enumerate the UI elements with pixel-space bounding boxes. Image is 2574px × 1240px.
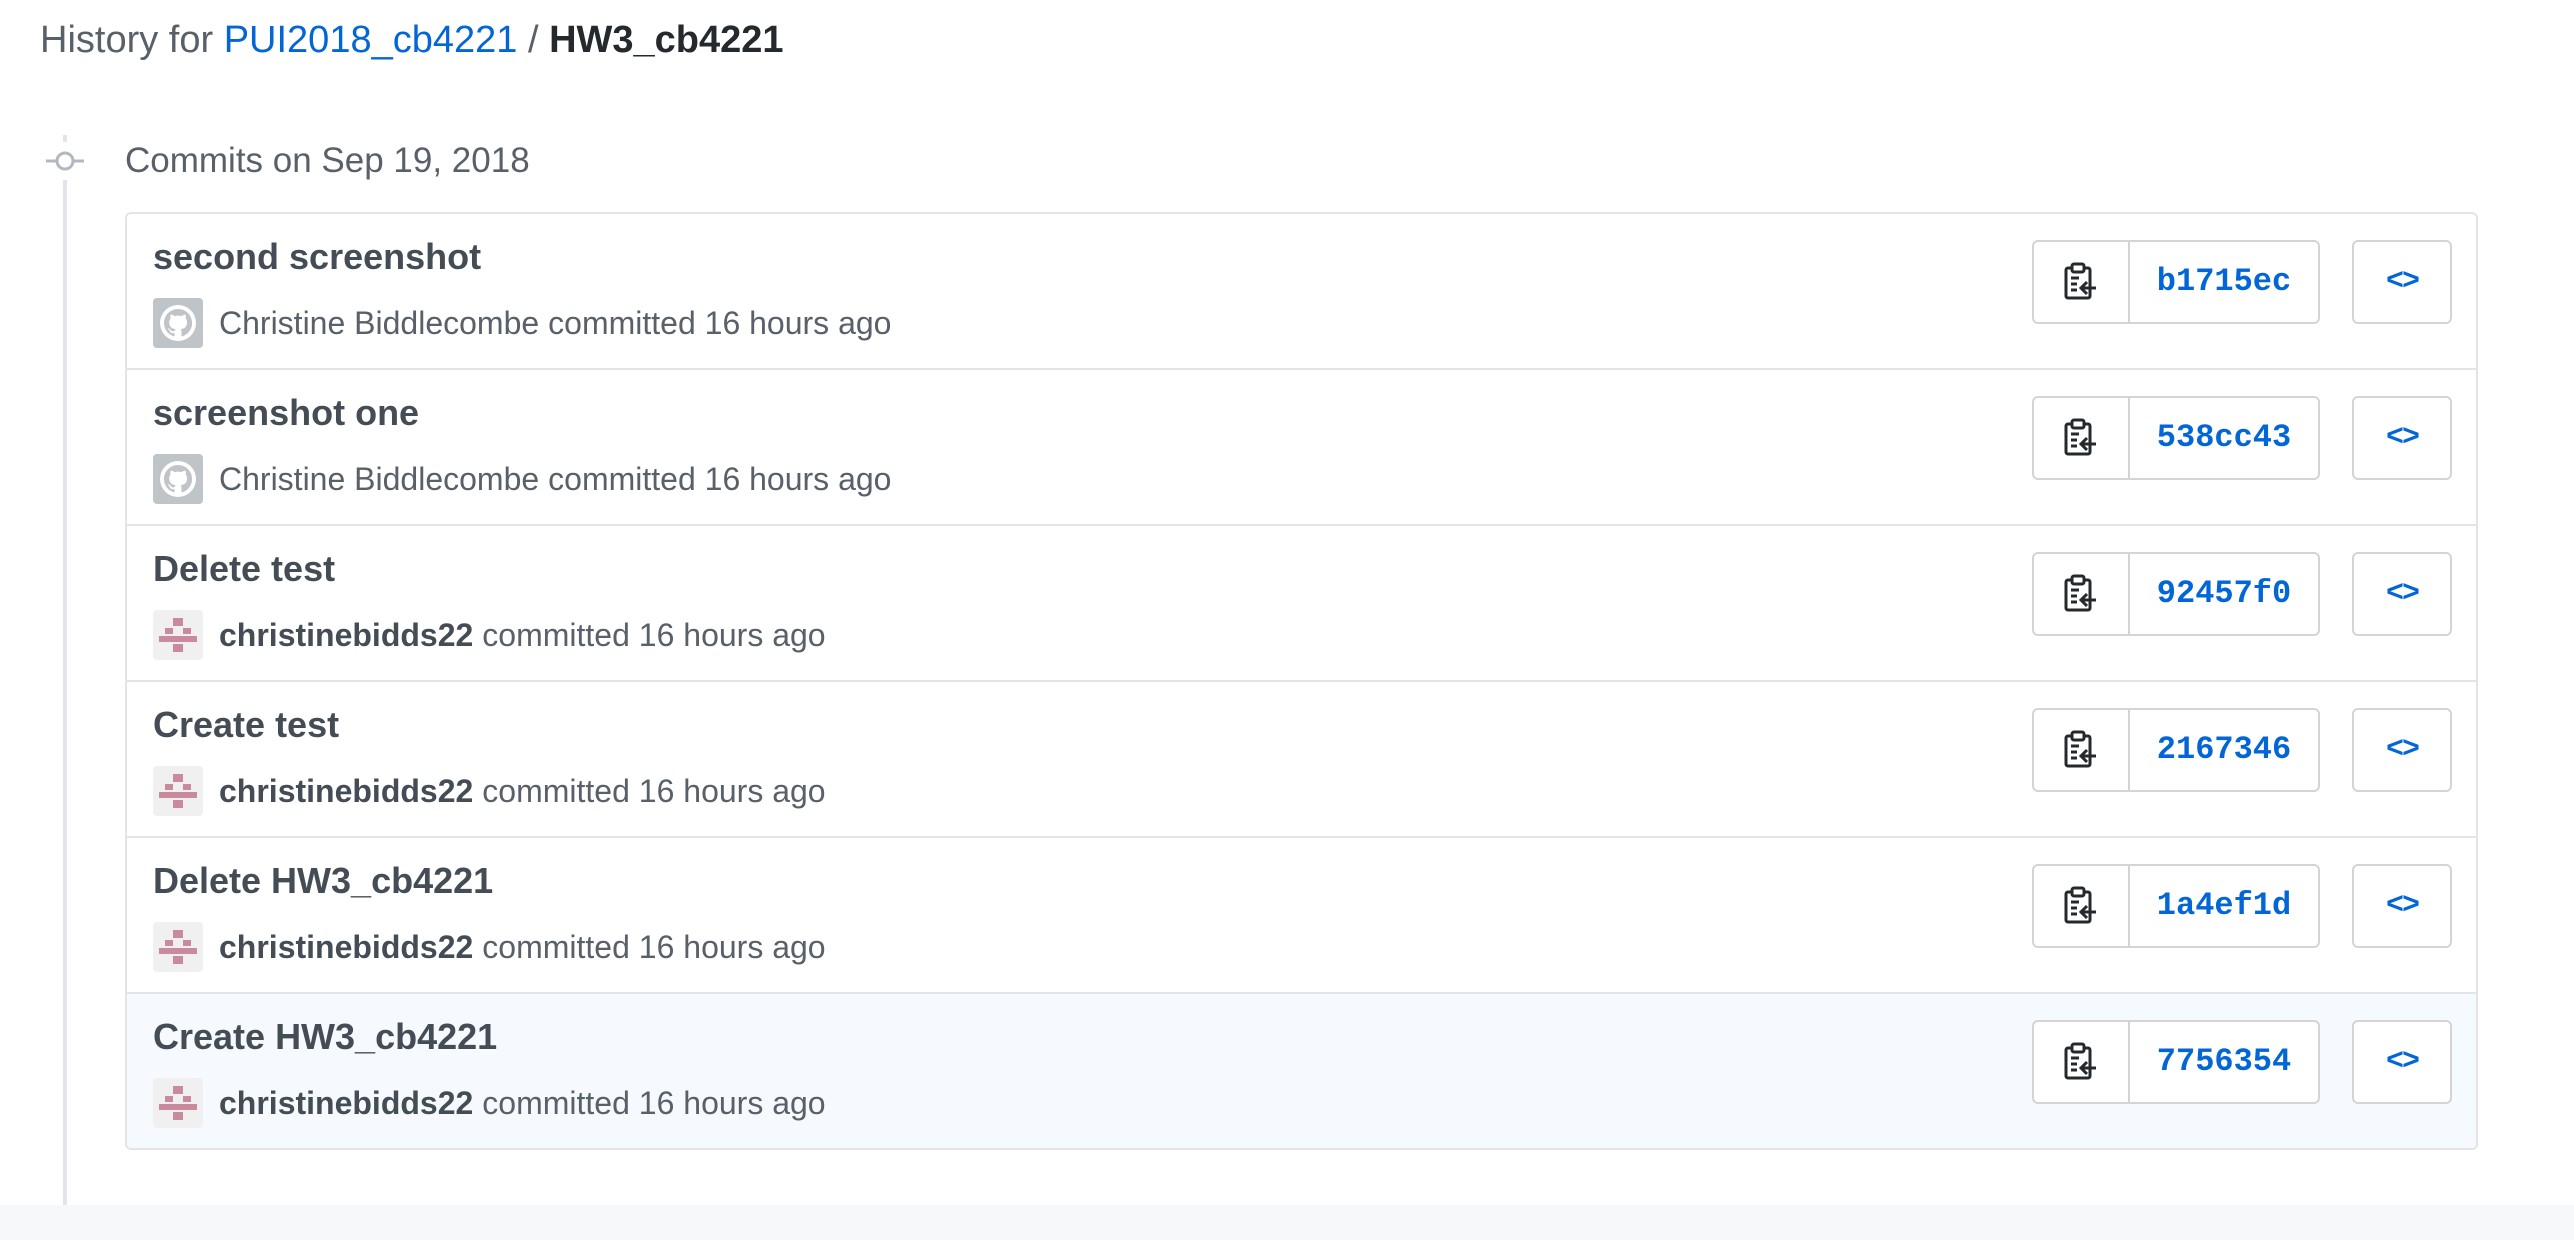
- code-icon[interactable]: <>: [2352, 396, 2452, 480]
- commit-actions: 1a4ef1d <>: [2032, 864, 2452, 948]
- commit-row: Create test christinebidds22 committed 16 …: [127, 680, 2476, 836]
- commit-row: second screenshot Christine Biddlecombe co…: [127, 214, 2476, 368]
- identicon-avatar[interactable]: [153, 1078, 203, 1128]
- commit-author[interactable]: christinebidds22: [219, 773, 473, 810]
- commit-row: Delete test christinebidds22 committed 16 …: [127, 524, 2476, 680]
- sha-button-group: b1715ec: [2032, 240, 2320, 324]
- identicon-avatar[interactable]: [153, 766, 203, 816]
- commit-history-page: History for PUI2018_cb4221 / HW3_cb4221 …: [0, 0, 2574, 1240]
- commit-actions: b1715ec <>: [2032, 240, 2452, 324]
- identicon-avatar[interactable]: [153, 610, 203, 660]
- code-icon[interactable]: <>: [2352, 240, 2452, 324]
- clippy-icon[interactable]: [2034, 554, 2130, 634]
- commit-meta: christinebidds22 committed 16 hours ago: [153, 922, 826, 972]
- timeline-line: [63, 135, 67, 1205]
- commit-group-title: Commits on Sep 19, 2018: [125, 141, 530, 180]
- git-commit-icon: [46, 142, 84, 180]
- commit-message-link[interactable]: second screenshot: [153, 236, 481, 278]
- commit-list: second screenshot Christine Biddlecombe co…: [125, 212, 2478, 1150]
- commit-message-link[interactable]: screenshot one: [153, 392, 419, 434]
- code-icon[interactable]: <>: [2352, 708, 2452, 792]
- commit-meta: christinebidds22 committed 16 hours ago: [153, 766, 826, 816]
- identicon-avatar[interactable]: [153, 922, 203, 972]
- clippy-icon[interactable]: [2034, 1022, 2130, 1102]
- commit-action-text: committed 16 hours ago: [482, 1084, 826, 1121]
- commit-sha-button[interactable]: 2167346: [2130, 710, 2318, 790]
- commit-actions: 7756354 <>: [2032, 1020, 2452, 1104]
- commit-row: Delete HW3_cb4221 christinebidds22 committ…: [127, 836, 2476, 992]
- commit-author: Christine Biddlecombe: [219, 304, 540, 341]
- commit-sha-button[interactable]: 92457f0: [2130, 554, 2318, 634]
- page-title: History for PUI2018_cb4221 / HW3_cb4221: [40, 14, 784, 66]
- sha-button-group: 92457f0: [2032, 552, 2320, 636]
- clippy-icon[interactable]: [2034, 710, 2130, 790]
- commit-meta: Christine Biddlecombe committed 16 hours …: [153, 454, 891, 504]
- code-icon[interactable]: <>: [2352, 1020, 2452, 1104]
- commit-message-link[interactable]: Create test: [153, 704, 339, 746]
- sha-button-group: 1a4ef1d: [2032, 864, 2320, 948]
- commit-actions: 92457f0 <>: [2032, 552, 2452, 636]
- commit-action-text: committed 16 hours ago: [482, 928, 826, 965]
- commit-sha-button[interactable]: b1715ec: [2130, 242, 2318, 322]
- footer-band: [0, 1205, 2574, 1240]
- commit-action-text: committed 16 hours ago: [548, 304, 892, 341]
- repo-link[interactable]: PUI2018_cb4221: [224, 19, 518, 61]
- commit-meta: Christine Biddlecombe committed 16 hours …: [153, 298, 891, 348]
- commit-sha-button[interactable]: 7756354: [2130, 1022, 2318, 1102]
- sha-button-group: 538cc43: [2032, 396, 2320, 480]
- github-default-avatar[interactable]: [153, 298, 203, 348]
- commit-action-text: committed 16 hours ago: [482, 772, 826, 809]
- commit-author[interactable]: christinebidds22: [219, 1085, 473, 1122]
- commit-actions: 538cc43 <>: [2032, 396, 2452, 480]
- github-default-avatar[interactable]: [153, 454, 203, 504]
- code-icon[interactable]: <>: [2352, 552, 2452, 636]
- commit-actions: 2167346 <>: [2032, 708, 2452, 792]
- commit-action-text: committed 16 hours ago: [482, 616, 826, 653]
- commit-meta: christinebidds22 committed 16 hours ago: [153, 1078, 826, 1128]
- commit-action-text: committed 16 hours ago: [548, 460, 892, 497]
- path-file: HW3_cb4221: [549, 19, 784, 61]
- commit-author[interactable]: christinebidds22: [219, 929, 473, 966]
- sha-button-group: 2167346: [2032, 708, 2320, 792]
- commit-message-link[interactable]: Delete test: [153, 548, 335, 590]
- commit-message-link[interactable]: Create HW3_cb4221: [153, 1016, 497, 1058]
- clippy-icon[interactable]: [2034, 398, 2130, 478]
- code-icon[interactable]: <>: [2352, 864, 2452, 948]
- title-prefix: History for: [40, 19, 214, 61]
- path-separator: /: [527, 19, 539, 61]
- commit-sha-button[interactable]: 538cc43: [2130, 398, 2318, 478]
- commit-message-link[interactable]: Delete HW3_cb4221: [153, 860, 493, 902]
- commit-row: screenshot one Christine Biddlecombe commi…: [127, 368, 2476, 524]
- commit-author: Christine Biddlecombe: [219, 460, 540, 497]
- clippy-icon[interactable]: [2034, 242, 2130, 322]
- sha-button-group: 7756354: [2032, 1020, 2320, 1104]
- commit-row: Create HW3_cb4221 christinebidds22 committ…: [127, 992, 2476, 1148]
- commit-sha-button[interactable]: 1a4ef1d: [2130, 866, 2318, 946]
- commit-meta: christinebidds22 committed 16 hours ago: [153, 610, 826, 660]
- clippy-icon[interactable]: [2034, 866, 2130, 946]
- commit-author[interactable]: christinebidds22: [219, 617, 473, 654]
